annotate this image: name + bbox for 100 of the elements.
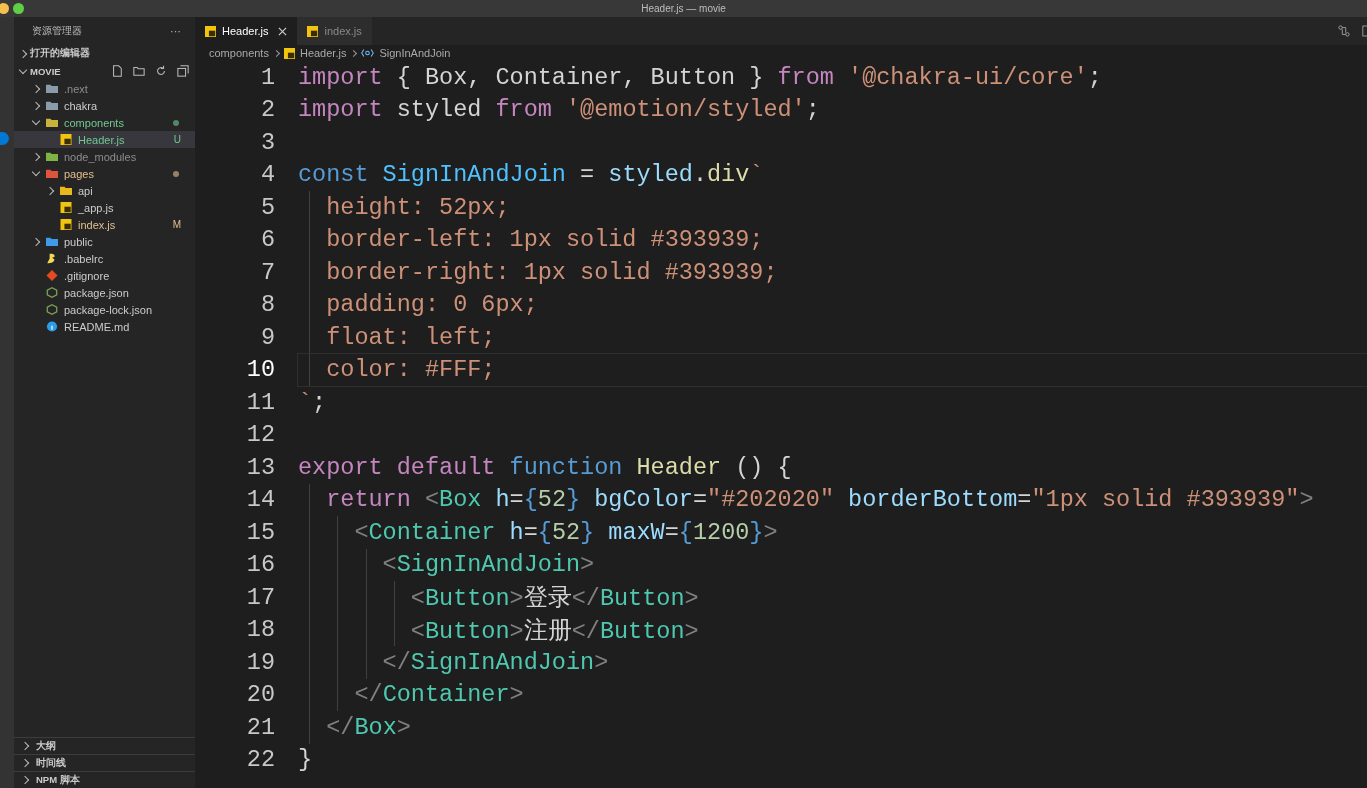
line-number: 14 <box>245 486 275 514</box>
code-line: color: #FFF; <box>325 356 496 384</box>
code-line: <Button>登录</Button> <box>409 584 699 614</box>
panel-section-header[interactable]: 时间线 <box>36 756 66 770</box>
project-header[interactable]: MOVIE <box>30 65 61 77</box>
file-tree-item[interactable]: components <box>14 114 195 131</box>
code-line: <SignInAndJoin> <box>381 551 595 579</box>
js-file-icon <box>283 47 295 59</box>
window-title: Header.js — movie <box>641 3 726 14</box>
breadcrumb-item[interactable]: components <box>209 47 269 59</box>
line-number: 4 <box>259 161 275 189</box>
more-actions-button[interactable]: ··· <box>170 25 181 37</box>
file-tree-item[interactable]: .babelrc <box>14 250 195 267</box>
minimize-button[interactable] <box>0 3 9 14</box>
code-line: float: left; <box>325 323 496 351</box>
line-number: 3 <box>259 128 275 156</box>
file-name: index.js <box>78 218 116 231</box>
line-number: 16 <box>245 551 275 579</box>
file-name: components <box>64 116 124 129</box>
folder-icon <box>60 185 72 196</box>
folder-icon <box>46 83 58 94</box>
zoom-button[interactable] <box>13 3 24 14</box>
js-file-icon <box>205 25 216 37</box>
file-tree-item[interactable]: api <box>14 182 195 199</box>
file-name: .gitignore <box>64 269 110 282</box>
folder-icon <box>46 236 58 247</box>
code-line: </SignInAndJoin> <box>381 648 609 676</box>
notification-badge <box>0 132 9 145</box>
code-line: import { Box, Container, Button } from '@chakra-ui/core'; <box>298 63 1102 91</box>
panel-section-header[interactable]: NPM 脚本 <box>36 773 80 787</box>
code-line: `; <box>298 388 327 416</box>
folder-icon <box>46 100 58 111</box>
new-folder-icon[interactable] <box>133 65 145 77</box>
file-name: README.md <box>64 320 130 333</box>
line-number: 2 <box>259 96 275 124</box>
git-status-letter: U <box>173 134 181 145</box>
compare-changes-icon[interactable] <box>1338 25 1350 37</box>
code-line: return <Box h={52} bgColor="#202020" borderBottom="1px solid #393939"> <box>325 486 1314 514</box>
line-number: 21 <box>245 713 275 741</box>
collapse-all-icon[interactable] <box>177 65 189 77</box>
file-name: public <box>64 235 93 248</box>
line-number: 9 <box>259 323 275 351</box>
file-tree-item[interactable]: public <box>14 233 195 250</box>
file-name: .babelrc <box>64 252 104 265</box>
file-name: package.json <box>64 286 129 299</box>
file-name: _app.js <box>78 201 114 214</box>
file-tree-item[interactable]: package-lock.json <box>14 301 195 318</box>
code-line: <Container h={52} maxW={1200}> <box>353 518 778 546</box>
code-line: export default function Header () { <box>298 453 792 481</box>
folder-icon <box>46 151 58 162</box>
line-number: 15 <box>245 518 275 546</box>
folder-icon <box>46 117 58 128</box>
editor-tab[interactable]: index.js <box>297 17 372 45</box>
js-file-icon <box>60 219 72 230</box>
file-tree-item[interactable]: Header.js U <box>14 131 195 148</box>
split-editor-icon[interactable] <box>1362 25 1367 37</box>
file-tree-item[interactable]: pages <box>14 165 195 182</box>
panel-section-header[interactable]: 大纲 <box>36 739 56 753</box>
info-icon <box>46 321 58 332</box>
line-number: 11 <box>245 388 275 416</box>
line-number: 22 <box>245 746 275 774</box>
file-name: .next <box>64 82 88 95</box>
line-number: 19 <box>245 648 275 676</box>
close-icon[interactable] <box>278 26 288 36</box>
file-name: chakra <box>64 99 98 112</box>
new-file-icon[interactable] <box>111 65 123 77</box>
breadcrumb-item[interactable]: SignInAndJoin <box>379 47 451 59</box>
js-file-icon <box>307 25 319 37</box>
js-file-icon <box>60 134 72 145</box>
file-name: package-lock.json <box>64 303 153 316</box>
line-number: 10 <box>245 356 275 384</box>
file-name: api <box>78 184 93 197</box>
file-tree-item[interactable]: chakra <box>14 97 195 114</box>
line-number: 5 <box>259 193 275 221</box>
code-line: const SignInAndJoin = styled.div` <box>298 161 764 189</box>
file-tree-item[interactable]: node_modules <box>14 148 195 165</box>
refresh-icon[interactable] <box>155 65 167 77</box>
file-tree-item[interactable]: index.js M <box>14 216 195 233</box>
breadcrumb-item[interactable]: Header.js <box>299 47 347 59</box>
line-number: 12 <box>245 421 275 449</box>
explorer-title: 资源管理器 <box>32 24 82 38</box>
file-tree-item[interactable]: README.md <box>14 318 195 335</box>
code-line: </Container> <box>353 681 524 709</box>
git-status-letter: M <box>172 219 181 230</box>
file-name: node_modules <box>64 150 137 163</box>
editor-tab[interactable]: Header.js <box>195 17 298 45</box>
file-tree-item[interactable]: .gitignore <box>14 267 195 284</box>
line-number: 18 <box>245 616 275 644</box>
file-tree-item[interactable]: package.json <box>14 284 195 301</box>
file-tree-item[interactable]: _app.js <box>14 199 195 216</box>
code-line: height: 52px; <box>325 193 510 221</box>
line-number: 13 <box>245 453 275 481</box>
file-tree-item[interactable]: .next <box>14 80 195 97</box>
git-file-icon <box>46 270 58 281</box>
code-line: border-right: 1px solid #393939; <box>325 258 778 286</box>
open-editors-header[interactable]: 打开的编辑器 <box>30 47 90 60</box>
json-file-icon <box>46 287 58 298</box>
line-number: 1 <box>259 63 275 91</box>
file-name: pages <box>64 167 94 180</box>
code-line: import styled from '@emotion/styled'; <box>298 96 820 124</box>
